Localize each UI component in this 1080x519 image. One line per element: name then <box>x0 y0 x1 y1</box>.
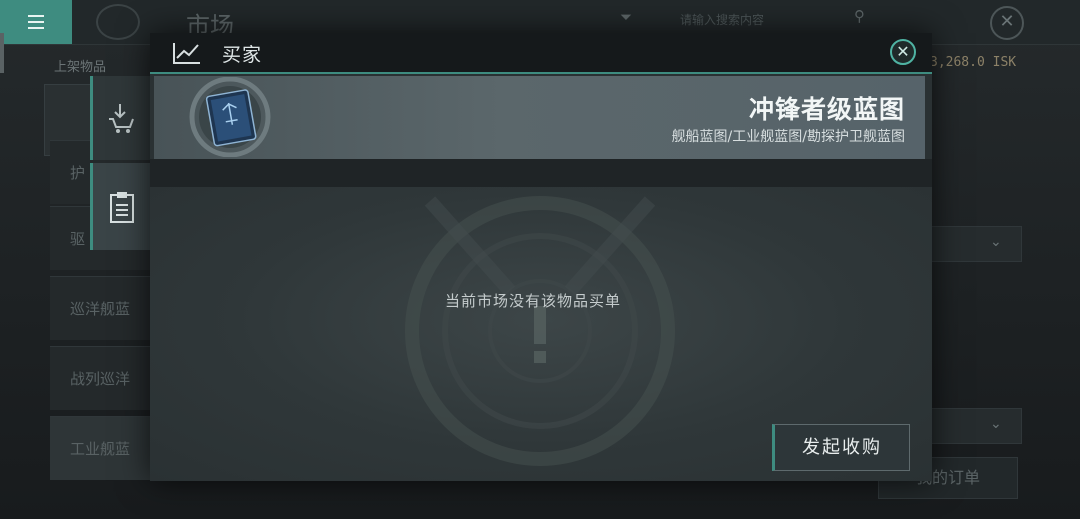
list-header-bar <box>150 159 932 187</box>
search-icon[interactable]: ⚲ <box>854 7 865 25</box>
blueprint-icon <box>189 77 271 157</box>
sidebar-item[interactable]: 战列巡洋 <box>50 346 150 410</box>
close-icon[interactable]: ✕ <box>990 6 1024 40</box>
buyers-dialog: 买家 ✕ 冲锋者级蓝图 舰船蓝图/工业舰蓝图/勘探护卫舰蓝图 当前市场没有该物品… <box>150 33 932 481</box>
create-buy-order-button[interactable]: 发起收购 <box>772 424 910 471</box>
chevron-down-icon: ⌄ <box>990 416 1002 432</box>
clipboard-icon <box>109 191 134 223</box>
line-chart-icon <box>173 43 200 64</box>
isk-balance: 3,268.0 ISK <box>930 55 1017 70</box>
buy-orders-list: 当前市场没有该物品买单 发起收购 <box>150 187 932 481</box>
search-input[interactable]: 请输入搜索内容 <box>680 11 764 28</box>
sidebar-item[interactable]: 巡洋舰蓝 <box>50 276 150 340</box>
hamburger-icon <box>28 13 44 31</box>
section-label: 上架物品 <box>54 60 107 75</box>
dialog-header: 买家 ✕ <box>150 33 932 74</box>
item-category: 舰船蓝图/工业舰蓝图/勘探护卫舰蓝图 <box>671 129 905 145</box>
empty-state-emblem <box>405 196 675 466</box>
market-chart-icon <box>96 4 140 40</box>
item-name: 冲锋者级蓝图 <box>748 95 905 124</box>
dialog-title: 买家 <box>222 44 263 66</box>
tab-sell[interactable] <box>90 76 150 160</box>
close-button[interactable]: ✕ <box>890 39 916 65</box>
download-cart-icon <box>108 104 134 133</box>
dropdown[interactable] <box>930 408 1022 444</box>
tab-buyers[interactable] <box>90 163 150 250</box>
item-card: 冲锋者级蓝图 舰船蓝图/工业舰蓝图/勘探护卫舰蓝图 <box>154 76 925 159</box>
empty-message: 当前市场没有该物品买单 <box>444 292 621 310</box>
menu-button[interactable] <box>0 0 72 44</box>
scroll-indicator <box>0 33 4 73</box>
search-bar[interactable]: ⏷ 请输入搜索内容 ⚲ <box>620 7 880 30</box>
filter-icon[interactable]: ⏷ <box>620 8 632 26</box>
chevron-down-icon: ⌄ <box>990 234 1002 250</box>
close-icon: ✕ <box>896 42 910 61</box>
dropdown[interactable] <box>930 226 1022 262</box>
sidebar-item[interactable]: 工业舰蓝 <box>50 416 150 480</box>
